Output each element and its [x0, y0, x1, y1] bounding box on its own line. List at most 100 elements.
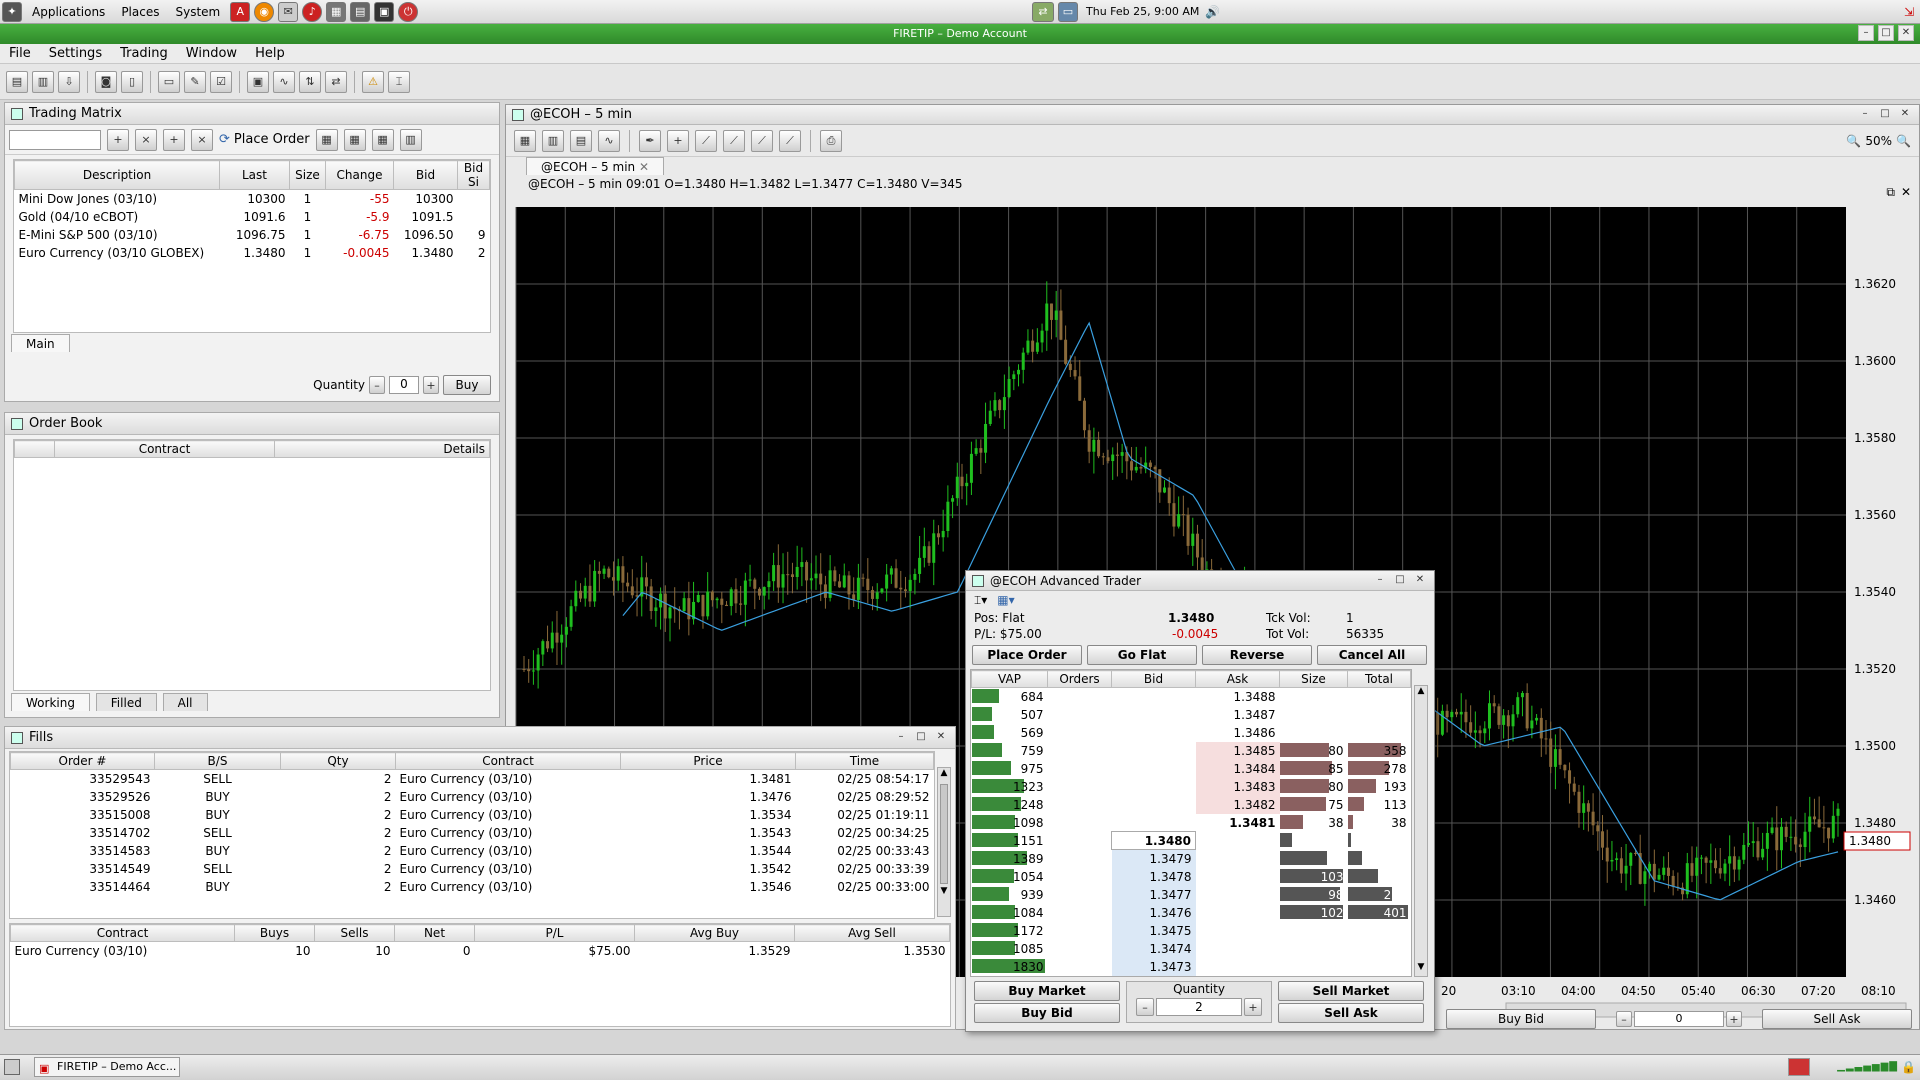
lock-icon[interactable]: 🔒	[1901, 1060, 1916, 1074]
trader-place-order-button[interactable]: Place Order	[972, 645, 1082, 665]
menu-file[interactable]: File	[0, 46, 40, 61]
table-row[interactable]: 33529543 SELL 2 Euro Currency (03/10) 1.3481…	[11, 770, 934, 788]
col-pl[interactable]: P/L	[474, 924, 635, 942]
applications-menu[interactable]: Applications	[24, 5, 113, 19]
menu-settings[interactable]: Settings	[40, 46, 111, 61]
trader-qty-input[interactable]: 2	[1156, 998, 1242, 1016]
cell-bid[interactable]	[1112, 778, 1196, 796]
cancel-all-button[interactable]: Cancel All	[1317, 645, 1427, 665]
cell-bid[interactable]: 1.3474	[1111, 939, 1196, 958]
reverse-button[interactable]: Reverse	[1202, 645, 1312, 665]
cell-ask[interactable]	[1196, 922, 1280, 940]
show-desktop-icon[interactable]	[4, 1059, 20, 1075]
places-menu[interactable]: Places	[113, 5, 167, 19]
cell-ask[interactable]	[1196, 904, 1280, 922]
minimize-button[interactable]: –	[1858, 25, 1874, 41]
cell-orders[interactable]	[1048, 688, 1112, 706]
delete-row-icon[interactable]: ×	[191, 128, 213, 151]
menu-help[interactable]: Help	[246, 46, 294, 61]
cell-bid[interactable]: 1.3479	[1111, 849, 1196, 868]
terminal-icon[interactable]: ▣	[374, 1, 395, 22]
col-size[interactable]: Size	[1279, 670, 1348, 688]
system-menu[interactable]: System	[167, 5, 228, 19]
scroll-down-icon[interactable]: ▼	[938, 886, 950, 900]
cell-bid[interactable]	[1112, 706, 1196, 724]
transfer-icon[interactable]: ⇅	[299, 70, 321, 93]
ladder-row[interactable]: 1323 1.3483 80 193	[971, 777, 1411, 796]
buy-bid-button[interactable]: Buy Bid	[974, 1003, 1120, 1023]
cell-orders[interactable]	[1048, 940, 1112, 958]
ladder-row[interactable]: 1844 1.3472	[972, 975, 1411, 976]
fills-maximize-button[interactable]: □	[913, 730, 929, 746]
cell-bid[interactable]	[1112, 796, 1196, 814]
order-icon-3[interactable]: ▦	[371, 128, 394, 151]
clock[interactable]: Thu Feb 25, 9:00 AM	[1086, 5, 1199, 18]
col-avg-sell[interactable]: Avg Sell	[794, 924, 950, 942]
fills-close-button[interactable]: ✕	[933, 730, 949, 746]
order-icon-1[interactable]: ▦	[315, 128, 338, 151]
study-icon[interactable]: ▤	[570, 129, 592, 152]
col-buys[interactable]: Buys	[234, 924, 315, 942]
col-orders[interactable]: Orders	[1047, 670, 1112, 688]
cell-bid[interactable]: 1.3477	[1111, 885, 1196, 904]
trader-close-button[interactable]: ✕	[1412, 573, 1428, 589]
print-icon[interactable]: ⎙	[820, 129, 842, 152]
chart-close-button[interactable]: ✕	[1897, 107, 1913, 123]
chart-qty-minus[interactable]: –	[1616, 1011, 1632, 1027]
chart-qty-input[interactable]: 0	[1634, 1011, 1724, 1027]
fills-scrollbar[interactable]: ▲ ▼	[937, 767, 951, 917]
cell-ask[interactable]: 1.3485	[1195, 741, 1280, 760]
ladder-scroll-down-icon[interactable]: ▼	[1415, 962, 1427, 976]
chart-tab[interactable]: @ECOH – 5 min ✕	[526, 157, 665, 175]
tab-main[interactable]: Main	[11, 334, 70, 352]
fills-minimize-button[interactable]: –	[893, 730, 909, 746]
ladder-row[interactable]: 1248 1.3482 75 113	[971, 795, 1411, 814]
col-ask[interactable]: Ask	[1195, 670, 1280, 688]
workspace-switcher[interactable]	[1788, 1058, 1810, 1076]
zoom-out-icon[interactable]: 🔍	[1846, 134, 1861, 148]
cell-bid[interactable]	[1112, 724, 1196, 742]
ladder-row[interactable]: 1389 1.3479 77 98	[971, 849, 1411, 868]
cell-ask[interactable]	[1196, 958, 1280, 976]
new-order-icon[interactable]: ▤	[6, 70, 28, 93]
mail-icon[interactable]: ✉	[278, 1, 299, 22]
cell-bid[interactable]	[1112, 688, 1196, 706]
scroll-up-icon[interactable]: ▲	[938, 768, 950, 782]
app-launcher-icon[interactable]: A	[230, 1, 251, 22]
order-icon-2[interactable]: ▦	[343, 128, 366, 151]
qty-plus-button[interactable]: +	[423, 376, 439, 394]
gnome-foot-icon[interactable]: ✦	[2, 1, 22, 22]
col-price[interactable]: Price	[620, 752, 796, 770]
table-row[interactable]: E-Mini S&P 500 (03/10) 1096.75 1 -6.75 1096.…	[15, 226, 490, 244]
cell-orders[interactable]	[1048, 796, 1112, 814]
document-icon[interactable]: ▯	[121, 70, 143, 93]
cell-orders[interactable]	[1048, 760, 1112, 778]
tab-close-icon[interactable]: ✕	[639, 160, 649, 174]
monitor-icon[interactable]: ▭	[158, 70, 180, 93]
col-contract[interactable]: Contract	[54, 440, 275, 458]
col-bid[interactable]: Bid	[1111, 670, 1196, 688]
ladder-row[interactable]: 1054 1.3478 103 201	[971, 867, 1411, 886]
line-draw-2-icon[interactable]: ⟋	[723, 129, 745, 152]
ladder-row[interactable]: 1151 1.3480 21 21	[971, 831, 1411, 850]
table-row[interactable]: 33515008 BUY 2 Euro Currency (03/10) 1.3534 0…	[11, 806, 934, 824]
cell-orders[interactable]	[1048, 778, 1112, 796]
pen-icon[interactable]: ✒	[639, 129, 661, 152]
line-draw-3-icon[interactable]: ⟋	[751, 129, 773, 152]
ladder-row[interactable]: 507 1.3487	[971, 706, 1411, 724]
cell-ask[interactable]	[1196, 868, 1280, 886]
cell-orders[interactable]	[1048, 742, 1112, 760]
table-row[interactable]: Mini Dow Jones (03/10) 10300 1 -55 10300	[15, 190, 490, 208]
calendar-icon[interactable]: ▤	[350, 1, 371, 22]
cell-orders[interactable]	[1048, 706, 1112, 724]
firefox-icon[interactable]: ◉	[254, 1, 275, 22]
network-icon[interactable]: ⇄	[1032, 1, 1054, 22]
trader-maximize-button[interactable]: □	[1392, 573, 1408, 589]
ladder-row[interactable]: 975 1.3484 85 278	[971, 759, 1411, 778]
tools-icon[interactable]: ⌶	[388, 70, 410, 93]
window-icon[interactable]: ▣	[247, 70, 269, 93]
chart-detach-icon[interactable]: ⧉	[1886, 185, 1895, 200]
chart-pane-close-icon[interactable]: ✕	[1901, 185, 1911, 199]
col-vap[interactable]: VAP	[971, 670, 1048, 688]
order-list-icon[interactable]: ▥	[32, 70, 54, 93]
